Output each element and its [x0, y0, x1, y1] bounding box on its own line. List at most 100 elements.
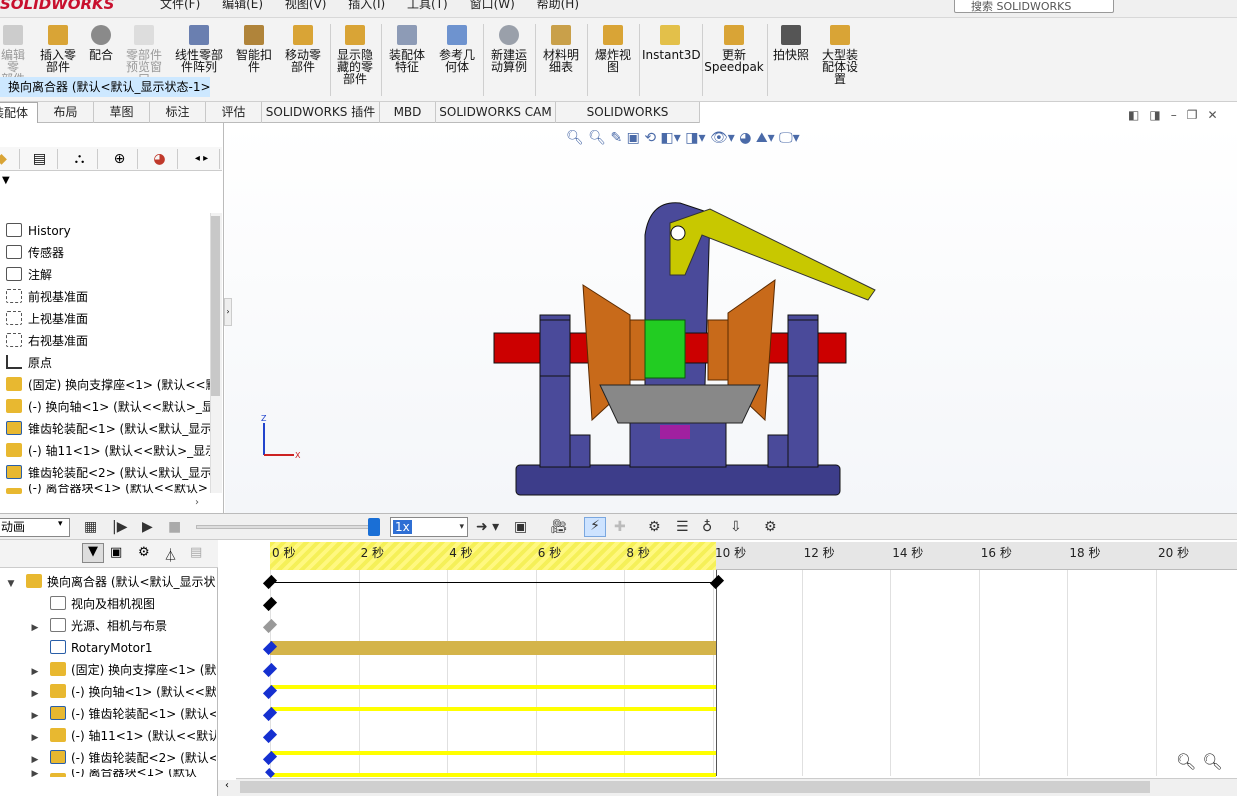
edit-appearance-icon[interactable]: ◕	[739, 130, 751, 146]
minimize-icon[interactable]: –	[1171, 108, 1187, 122]
menu-view[interactable]: 视图(V)	[285, 0, 327, 11]
configuration-manager-tab[interactable]: ⛬	[62, 149, 98, 169]
motion-row-rotary-motor[interactable]: RotaryMotor1	[0, 637, 216, 659]
motor-icon[interactable]: ⚙	[648, 519, 661, 535]
motion-row-support-base[interactable]: ▶ (固定) 换向支撑座<1> (默	[0, 659, 216, 681]
filter-animated-icon[interactable]: ▼	[82, 543, 104, 563]
playback-speed-select[interactable]: 1x ▾	[390, 517, 468, 537]
assembly-features-button[interactable]: 装配体 特征	[384, 22, 430, 100]
filter-driving-icon[interactable]: ▣	[110, 545, 122, 560]
motion-row-bevel-gear-1[interactable]: ▶ (-) 锥齿轮装配<1> (默认<	[0, 703, 216, 725]
motion-row-view-camera[interactable]: 视向及相机视图	[0, 593, 216, 615]
menu-help[interactable]: 帮助(H)	[537, 0, 579, 11]
next-pane-icon[interactable]: ◨	[1149, 108, 1170, 122]
tab-scroll-arrows[interactable]: ◂ ▸	[184, 149, 220, 169]
tab-addins[interactable]: SOLIDWORKS 插件	[262, 102, 380, 123]
dimxpert-tab[interactable]: ⊕	[102, 149, 138, 169]
apply-scene-icon[interactable]: ⛰▾	[756, 130, 775, 146]
dynamic-annotation-icon[interactable]: ⟲	[644, 130, 656, 146]
display-manager-tab[interactable]: ◕	[142, 149, 178, 169]
tree-item-bevel-gear-1[interactable]: 锥齿轮装配<1> (默认<默认_显示	[6, 418, 210, 440]
tab-mbd[interactable]: MBD	[380, 102, 436, 123]
panel-collapse-handle[interactable]: ›	[224, 298, 232, 326]
save-animation-icon[interactable]: ▣	[514, 519, 527, 535]
motion-tree-root[interactable]: ▼ 换向离合器 (默认<默认_显示状	[0, 571, 216, 593]
hide-show-items-icon[interactable]: 👁︎▾	[710, 130, 735, 146]
gravity-icon[interactable]: ⇩	[730, 519, 742, 535]
tree-item-right-plane[interactable]: 右视基准面	[6, 330, 210, 352]
spring-icon[interactable]: ☰	[676, 519, 689, 535]
tree-item-shaft[interactable]: (-) 换向轴<1> (默认<<默认>_显示	[6, 396, 210, 418]
section-view-icon[interactable]: ▣	[627, 130, 640, 146]
menu-tools[interactable]: 工具(T)	[407, 0, 448, 11]
contact-icon[interactable]: ♁	[702, 519, 712, 535]
close-icon[interactable]: ✕	[1207, 108, 1227, 122]
tree-root-assembly[interactable]: 换向离合器 (默认<默认_显示状态-1>)	[0, 77, 210, 97]
filter-icon[interactable]: ▼	[2, 175, 10, 186]
display-style-icon[interactable]: ◨▾	[685, 130, 705, 146]
new-motion-study-button[interactable]: 新建运 动算例	[486, 22, 532, 100]
tab-inspection[interactable]: SOLIDWORKS Inspection	[556, 102, 700, 139]
search-input[interactable]: 搜索 SOLIDWORKS	[954, 0, 1114, 13]
shaft-timeline-bar[interactable]	[270, 685, 716, 689]
stop-icon[interactable]: ■	[168, 519, 181, 535]
exploded-view-button[interactable]: 爆炸视 图	[590, 22, 636, 100]
tree-scrollbar-thumb[interactable]	[211, 216, 220, 396]
tab-evaluate[interactable]: 评估	[206, 102, 262, 123]
view-orientation-icon[interactable]: ◧▾	[661, 130, 681, 146]
tree-item-annotations[interactable]: 注解	[6, 264, 210, 286]
animation-wizard-icon[interactable]: 🎥︎	[550, 519, 568, 535]
tree-item-history[interactable]: History	[6, 220, 210, 242]
timeline-scrollbar-thumb[interactable]	[240, 781, 1150, 793]
reference-geometry-button[interactable]: 参考几 何体	[434, 22, 480, 100]
filter-selected-icon[interactable]: ⚙	[138, 545, 150, 560]
zoom-area-icon[interactable]: 🔍︎	[588, 130, 606, 146]
tab-cam[interactable]: SOLIDWORKS CAM	[436, 102, 556, 123]
show-hidden-button[interactable]: 显示隐 藏的零 部件	[332, 22, 378, 100]
playback-slider[interactable]	[196, 525, 376, 529]
playback-slider-thumb[interactable]	[368, 518, 380, 536]
menu-file[interactable]: 文件(F)	[160, 0, 200, 11]
clutch-block-timeline-bar[interactable]	[270, 773, 716, 777]
update-speedpak-button[interactable]: 更新 Speedpak	[704, 22, 764, 100]
zoom-out-icon[interactable]: 🔍︎	[1176, 752, 1202, 771]
tree-item-support-base[interactable]: (固定) 换向支撑座<1> (默认<<默认>_显	[6, 374, 210, 396]
menu-window[interactable]: 窗口(W)	[470, 0, 515, 11]
tree-item-sensors[interactable]: 传感器	[6, 242, 210, 264]
tab-sketch[interactable]: 草图	[94, 102, 150, 123]
tab-assembly[interactable]: 装配体	[0, 102, 38, 123]
assembly-model[interactable]	[480, 195, 880, 500]
menu-insert[interactable]: 插入(I)	[348, 0, 385, 11]
take-snapshot-button[interactable]: 拍快照	[768, 22, 814, 100]
play-from-start-icon[interactable]: |▶	[112, 519, 127, 535]
smart-fasteners-button[interactable]: 智能扣 件	[232, 22, 276, 100]
bevel-gear-1-timeline-bar[interactable]	[270, 707, 716, 711]
autofit-icon[interactable]: ▤	[190, 545, 202, 560]
prev-pane-icon[interactable]: ◧	[1128, 108, 1149, 122]
move-component-button[interactable]: 移动零 部件	[280, 22, 326, 100]
tree-item-front-plane[interactable]: 前视基准面	[6, 286, 210, 308]
tree-item-bevel-gear-2[interactable]: 锥齿轮装配<2> (默认<默认_显示	[6, 462, 210, 484]
bevel-gear-2-timeline-bar[interactable]	[270, 751, 716, 755]
feature-tree-tab[interactable]: ◆	[0, 149, 20, 169]
tree-item-clutch-block[interactable]: (-) 离合器块<1> (默认<<默认>	[6, 484, 210, 494]
zoom-in-icon[interactable]: 🔍︎	[1202, 752, 1228, 771]
autokey-icon[interactable]: ⚡	[584, 517, 606, 537]
filter-results-icon[interactable]: ⏃	[164, 545, 177, 564]
restore-icon[interactable]: ❐	[1187, 108, 1208, 122]
motion-row-shaft[interactable]: ▶ (-) 换向轴<1> (默认<<默	[0, 681, 216, 703]
zoom-to-fit-icon[interactable]: 🔍︎	[566, 130, 584, 146]
play-icon[interactable]: ▶	[142, 519, 153, 535]
add-key-icon[interactable]: ✚	[614, 519, 626, 535]
playback-mode-icon[interactable]: ➜ ▾	[476, 519, 499, 535]
bom-button[interactable]: 材料明 细表	[538, 22, 584, 100]
timeline-area[interactable]	[218, 540, 1237, 780]
previous-view-icon[interactable]: ✎	[610, 130, 622, 146]
menu-edit[interactable]: 编辑(E)	[222, 0, 263, 11]
motion-row-lights[interactable]: ▶ 光源、相机与布景	[0, 615, 216, 637]
motion-row-clutch-block[interactable]: ▶ (-) 离合器块<1> (默认	[0, 769, 216, 777]
property-manager-tab[interactable]: ▤	[22, 149, 58, 169]
scroll-left-arrow[interactable]: ‹	[218, 778, 236, 796]
tab-layout[interactable]: 布局	[38, 102, 94, 123]
study-properties-icon[interactable]: ⚙	[764, 519, 777, 535]
